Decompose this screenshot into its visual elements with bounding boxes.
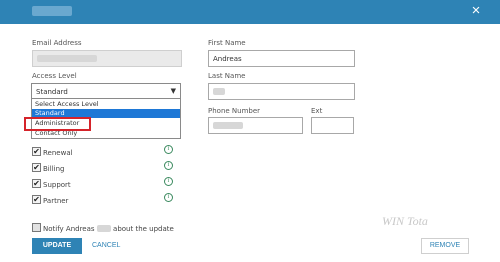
access-level-label: Access Level [32, 72, 77, 80]
ext-field[interactable] [311, 117, 354, 134]
phone-label: Phone Number [208, 107, 261, 115]
partner-checkbox[interactable]: ✔ [32, 195, 41, 204]
renewal-info-icon[interactable]: i [164, 145, 173, 154]
last-name-field[interactable] [208, 83, 355, 100]
chevron-down-icon: ▼ [170, 87, 176, 95]
billing-checkbox[interactable]: ✔ [32, 163, 41, 172]
first-name-label: First Name [208, 39, 246, 47]
notify-suffix: about the update [113, 225, 174, 233]
billing-label: Billing [43, 165, 65, 173]
dialog-title-redacted [32, 6, 72, 16]
option-select-access-level[interactable]: Select Access Level [32, 99, 180, 109]
phone-field[interactable] [208, 117, 303, 134]
email-redacted [37, 55, 97, 62]
ext-label: Ext [311, 107, 323, 115]
access-level-value: Standard [36, 88, 68, 96]
billing-info-icon[interactable]: i [164, 161, 173, 170]
notify-label: Notify Andreas about the update [43, 225, 174, 233]
access-level-select[interactable]: Standard ▼ [31, 83, 181, 99]
cancel-button[interactable]: CANCEL [92, 242, 120, 249]
first-name-field[interactable]: Andreas [208, 50, 355, 67]
notify-checkbox[interactable] [32, 223, 41, 232]
notify-name-redacted [96, 225, 111, 232]
remove-button[interactable]: REMOVE [421, 238, 469, 254]
renewal-label: Renewal [43, 149, 73, 157]
support-label: Support [43, 181, 71, 189]
update-button[interactable]: UPDATE [32, 238, 82, 254]
support-info-icon[interactable]: i [164, 177, 173, 186]
permission-renewal: ✔ Renewal [32, 146, 182, 158]
partner-label: Partner [43, 197, 69, 205]
notify-row: Notify Andreas about the update [32, 222, 212, 234]
email-label: Email Address [32, 39, 82, 47]
partner-info-icon[interactable]: i [164, 193, 173, 202]
support-checkbox[interactable]: ✔ [32, 179, 41, 188]
watermark-logo: WIN Tota [382, 214, 428, 228]
email-field [32, 50, 182, 67]
close-icon[interactable]: × [468, 3, 484, 19]
dialog-header: × [0, 0, 500, 24]
permission-billing: ✔ Billing [32, 162, 182, 174]
permission-partner: ✔ Partner [32, 194, 182, 206]
last-name-label: Last Name [208, 72, 246, 80]
notify-prefix: Notify Andreas [43, 225, 95, 233]
phone-redacted [213, 122, 243, 129]
permission-support: ✔ Support [32, 178, 182, 190]
administrator-highlight-box [24, 117, 91, 131]
last-name-redacted [213, 88, 225, 95]
renewal-checkbox[interactable]: ✔ [32, 147, 41, 156]
